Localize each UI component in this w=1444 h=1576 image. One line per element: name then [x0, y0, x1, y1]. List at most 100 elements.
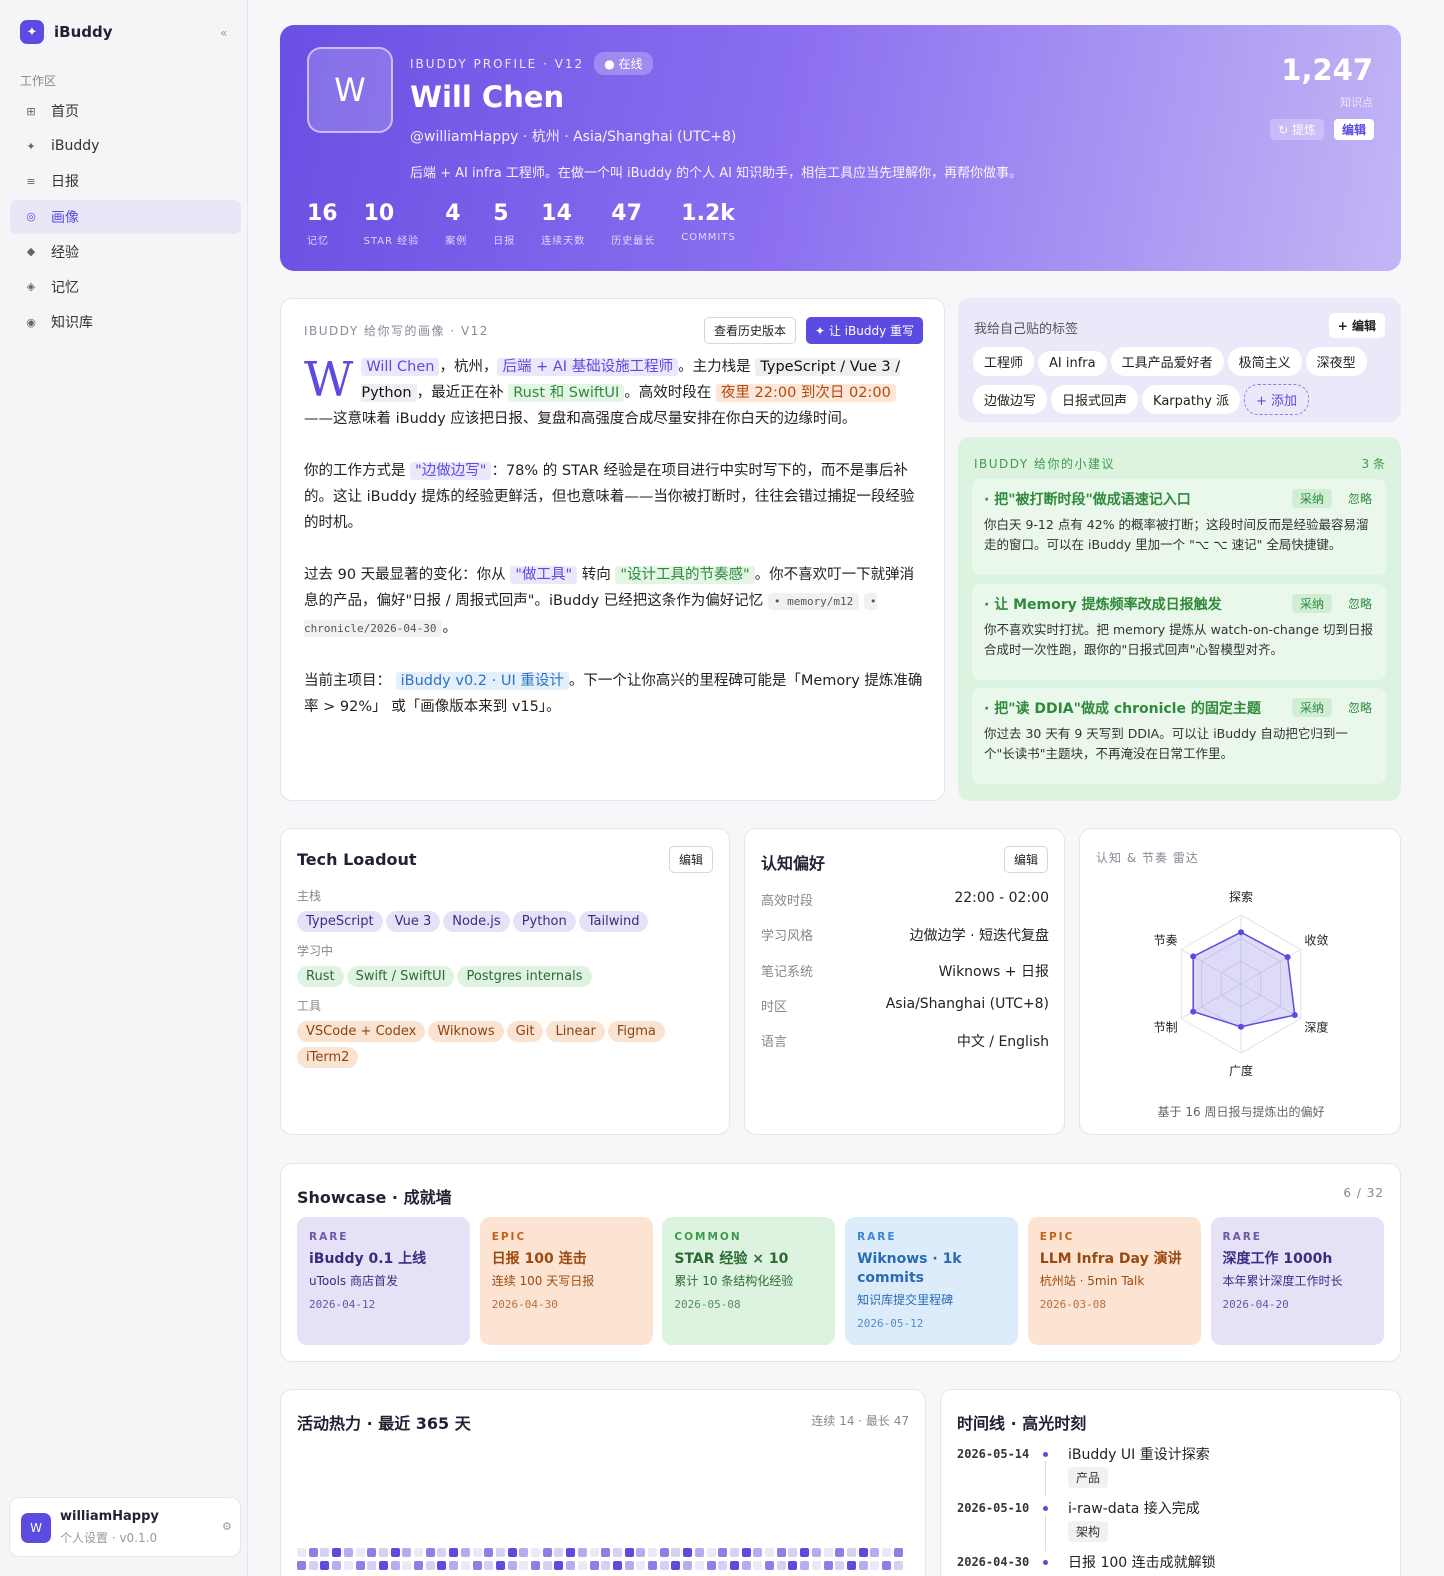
heatmap-cell: [765, 1561, 774, 1570]
stat-value: 10: [363, 201, 395, 226]
achievement-card[interactable]: COMMON STAR 经验 × 10 累计 10 条结构化经验 2026-05-08: [662, 1217, 836, 1345]
sidebar-item-6[interactable]: ◉ 知识库: [10, 305, 241, 339]
tech-chip[interactable]: Node.js: [443, 911, 510, 932]
heatmap-cell: [753, 1548, 763, 1557]
text: ——这意味着 iBuddy 应该把日报、复盘和高强度合成尽量安排在你白天的边缘时…: [304, 411, 857, 427]
sidebar-item-2[interactable]: ≡ 日报: [10, 164, 241, 198]
user-name: williamHappy: [60, 1509, 159, 1524]
profile-kicker: IBUDDY PROFILE · V12 ● 在线: [410, 52, 653, 75]
radar-point: [1238, 929, 1244, 936]
radar-axis-label: 收敛: [1304, 933, 1328, 948]
user-card[interactable]: W williamHappy 个人设置 · v0.1.0 ⚙: [9, 1497, 241, 1557]
ignore-button[interactable]: 忽略: [1348, 595, 1372, 612]
ignore-button[interactable]: 忽略: [1348, 490, 1372, 507]
stat-label: COMMITS: [681, 232, 736, 243]
achievement-title: iBuddy 0.1 上线: [309, 1251, 427, 1267]
sidebar-item-1[interactable]: ✦ iBuddy: [10, 129, 241, 163]
tech-chip[interactable]: Tailwind: [578, 911, 649, 932]
heatmap-cell: [683, 1548, 693, 1557]
heatmap-cell: [800, 1561, 810, 1570]
achievement-date: 2026-05-08: [674, 1298, 741, 1311]
knowledge-count: 1,247: [1281, 53, 1373, 87]
edit-prefs-button[interactable]: 编辑: [1003, 846, 1048, 873]
tag-item[interactable]: 工程师: [973, 347, 1035, 376]
refine-button[interactable]: ↻ 提炼: [1270, 119, 1324, 140]
heatmap-cell: [741, 1561, 751, 1570]
tech-chip[interactable]: Swift / SwiftUI: [346, 966, 455, 987]
brand[interactable]: ✦ iBuddy: [20, 20, 113, 44]
tech-chip[interactable]: Python: [512, 911, 576, 932]
memory-ref-link[interactable]: • memory/m12: [767, 593, 860, 610]
tech-chip[interactable]: Figma: [607, 1021, 665, 1042]
radar-point: [1190, 953, 1197, 960]
tech-chip[interactable]: Linear: [546, 1021, 605, 1042]
achievement-rarity: EPIC: [1039, 1231, 1075, 1243]
tag-item[interactable]: 日报式回声: [1051, 385, 1139, 414]
tech-chip[interactable]: Git: [506, 1021, 544, 1042]
ignore-button[interactable]: 忽略: [1348, 699, 1372, 716]
sparkle-logo-icon: ✦: [20, 20, 44, 44]
achievement-card[interactable]: RARE iBuddy 0.1 上线 uTools 商店首发 2026-04-12: [297, 1217, 470, 1345]
sidebar-item-3[interactable]: ◎ 画像: [10, 199, 241, 234]
heatmap-cell: [367, 1548, 377, 1557]
tech-chip[interactable]: Vue 3: [385, 911, 441, 932]
sidebar-item-label: 知识库: [51, 315, 93, 332]
add-tag-button[interactable]: + 添加: [1244, 384, 1310, 415]
tech-chip[interactable]: Wiknows: [428, 1021, 504, 1042]
tech-chip[interactable]: Postgres internals: [457, 966, 592, 987]
tag-item[interactable]: AI infra: [1038, 351, 1107, 376]
edit-tags-button[interactable]: + 编辑: [1328, 313, 1385, 338]
role-highlight: 后端 + AI 基础设施工程师: [497, 358, 679, 376]
heatmap-cell: [765, 1548, 774, 1557]
heatmap-cell: [577, 1548, 587, 1557]
achievement-card[interactable]: RARE 深度工作 1000h 本年累计深度工作时长 2026-04-20: [1210, 1217, 1384, 1345]
radar-point: [1284, 954, 1291, 961]
accept-button[interactable]: 采纳: [1291, 593, 1332, 613]
heatmap-cell: [811, 1561, 821, 1570]
heatmap-cell: [519, 1548, 529, 1557]
heatmap-cell: [788, 1548, 798, 1557]
achievement-card[interactable]: EPIC LLM Infra Day 演讲 杭州站 · 5min Talk 2026-…: [1027, 1217, 1201, 1345]
heatmap-cell: [729, 1561, 739, 1570]
achievement-date: 2026-04-12: [309, 1298, 376, 1311]
tag-item[interactable]: 深夜型: [1305, 347, 1367, 376]
tag-item[interactable]: 工具产品爱好者: [1110, 347, 1224, 376]
achievement-card[interactable]: RARE Wiknows · 1k commits 知识库提交里程碑 2026-05-…: [845, 1217, 1019, 1345]
pref-value: Wiknows + 日报: [938, 963, 1049, 980]
pref-key: 学习风格: [761, 929, 814, 945]
history-button[interactable]: 查看历史版本: [704, 317, 797, 344]
tags-title: 我给自己贴的标签: [974, 322, 1079, 337]
tag-item[interactable]: 边做边写: [973, 385, 1048, 414]
radar-point: [1190, 1008, 1197, 1015]
timeline-text: iBuddy UI 重设计探索: [1068, 1447, 1210, 1463]
heatmap-cell: [390, 1548, 400, 1557]
sidebar-item-0[interactable]: ⊞ 首页: [10, 94, 241, 128]
tech-chip[interactable]: TypeScript: [297, 911, 383, 932]
heatmap-cell: [694, 1548, 704, 1557]
stat-value: 47: [611, 201, 642, 226]
tech-chip[interactable]: Rust: [297, 966, 344, 987]
edit-profile-button[interactable]: 编辑: [1333, 119, 1374, 140]
sidebar-item-4[interactable]: ◆ 经验: [10, 235, 241, 269]
gear-icon[interactable]: ⚙: [222, 1520, 232, 1533]
heatmap-cell: [870, 1561, 880, 1570]
tag-item[interactable]: Karpathy 派: [1142, 385, 1241, 414]
accept-button[interactable]: 采纳: [1291, 698, 1332, 717]
accept-button[interactable]: 采纳: [1291, 489, 1332, 508]
edit-tech-button[interactable]: 编辑: [668, 846, 713, 873]
timeline-line: [1045, 1461, 1046, 1497]
suggestion-item: · 让 Memory 提炼频率改成日报触发 采纳 忽略 你不喜欢实时打扰。把 memo…: [972, 583, 1386, 680]
tech-chip[interactable]: VSCode + Codex: [297, 1021, 426, 1042]
collapse-sidebar-icon[interactable]: «: [220, 26, 227, 40]
achievement-card[interactable]: EPIC 日报 100 连击 连续 100 天写日报 2026-04-30: [479, 1217, 653, 1345]
radar-caption: 基于 16 周日报与提炼出的偏好: [1157, 1105, 1325, 1119]
tech-chip[interactable]: iTerm2: [297, 1047, 359, 1068]
heatmap-cell: [612, 1561, 622, 1570]
showcase-count: 6 / 32: [1343, 1186, 1384, 1200]
rewrite-button[interactable]: ✦ 让 iBuddy 重写: [806, 317, 924, 344]
sidebar-item-label: 经验: [51, 244, 79, 261]
tag-item[interactable]: 极简主义: [1227, 347, 1302, 376]
sidebar-item-5[interactable]: ◈ 记忆: [10, 270, 241, 304]
text: ，杭州，: [439, 359, 498, 375]
heatmap-cell: [367, 1561, 377, 1570]
